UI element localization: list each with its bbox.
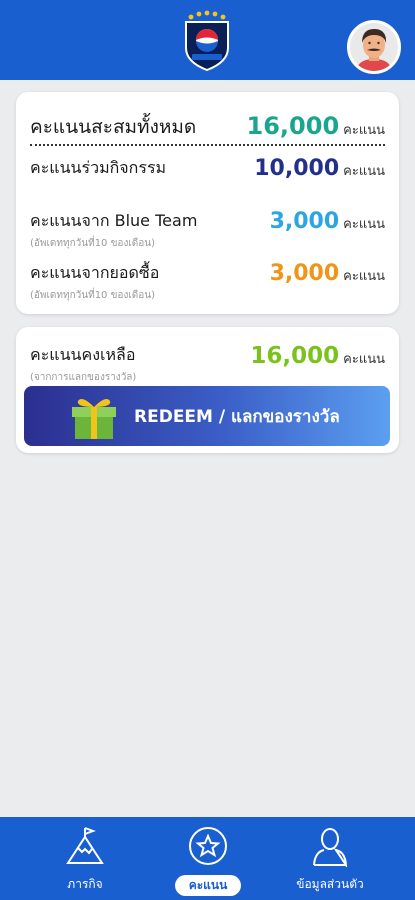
nav-label-profile: ข้อมูลส่วนตัว: [296, 877, 364, 891]
team-logo-icon: [185, 10, 229, 72]
nav-item-points[interactable]: คะแนน: [148, 825, 268, 897]
purchase-update-note: (อัพเดททุกวันที่10 ของเดือน): [30, 290, 155, 301]
remaining-points-row: คะแนนคงเหลือ (จากการแลกของรางวัล) 16,000…: [30, 343, 385, 385]
bottom-navigation: ภารกิจ คะแนน ข้อมูลส่วนตัว: [0, 817, 415, 900]
app-header: [0, 0, 415, 80]
total-points-value: 16,000: [246, 112, 340, 140]
blueteam-points-value: 3,000: [269, 209, 340, 234]
points-summary-card: คะแนนสะสมทั้งหมด 16,000 คะแนน คะแนนร่วมก…: [16, 92, 399, 314]
star-circle-icon: [189, 827, 227, 865]
avatar[interactable]: [347, 20, 401, 74]
nav-item-missions[interactable]: ภารกิจ: [25, 825, 145, 897]
activity-points-value: 10,000: [254, 156, 340, 181]
user-avatar-icon: [350, 23, 398, 71]
remaining-points-value-group: 16,000 คะแนน: [250, 343, 385, 369]
dotted-divider: [30, 144, 385, 146]
points-unit: คะแนน: [343, 164, 385, 179]
points-unit: คะแนน: [343, 269, 385, 284]
points-unit: คะแนน: [343, 352, 385, 367]
blueteam-points-row: คะแนนจาก Blue Team (อัพเดททุกวันที่10 ขอ…: [30, 209, 385, 251]
points-unit: คะแนน: [343, 217, 385, 232]
total-points-row: คะแนนสะสมทั้งหมด 16,000 คะแนน: [30, 112, 385, 142]
gift-box-icon: [72, 399, 116, 439]
nav-label-points: คะแนน: [174, 875, 242, 896]
activity-points-value-group: 10,000 คะแนน: [254, 156, 385, 181]
blueteam-update-note: (อัพเดททุกวันที่10 ของเดือน): [30, 238, 155, 249]
blueteam-points-value-group: 3,000 คะแนน: [270, 209, 385, 234]
points-unit: คะแนน: [343, 123, 385, 138]
redeem-button-label: REDEEM / แลกของรางวัล: [134, 406, 340, 427]
mountain-flag-icon: [66, 827, 104, 864]
purchase-points-row: คะแนนจากยอดซื้อ (อัพเดททุกวันที่10 ของเด…: [30, 261, 385, 303]
remaining-points-note: (จากการแลกของรางวัล): [30, 372, 137, 383]
redeem-button[interactable]: REDEEM / แลกของรางวัล: [24, 386, 390, 446]
purchase-points-value-group: 3,000 คะแนน: [270, 261, 385, 286]
remaining-points-card: คะแนนคงเหลือ (จากการแลกของรางวัล) 16,000…: [16, 327, 399, 453]
user-profile-icon: [313, 828, 348, 867]
total-points-value-group: 16,000 คะแนน: [247, 112, 385, 140]
nav-label-missions: ภารกิจ: [67, 877, 103, 891]
nav-item-profile[interactable]: ข้อมูลส่วนตัว: [270, 825, 390, 897]
activity-points-row: คะแนนร่วมกิจกรรม 10,000 คะแนน: [30, 156, 385, 181]
remaining-points-value: 16,000: [250, 343, 340, 369]
purchase-points-value: 3,000: [269, 261, 340, 286]
